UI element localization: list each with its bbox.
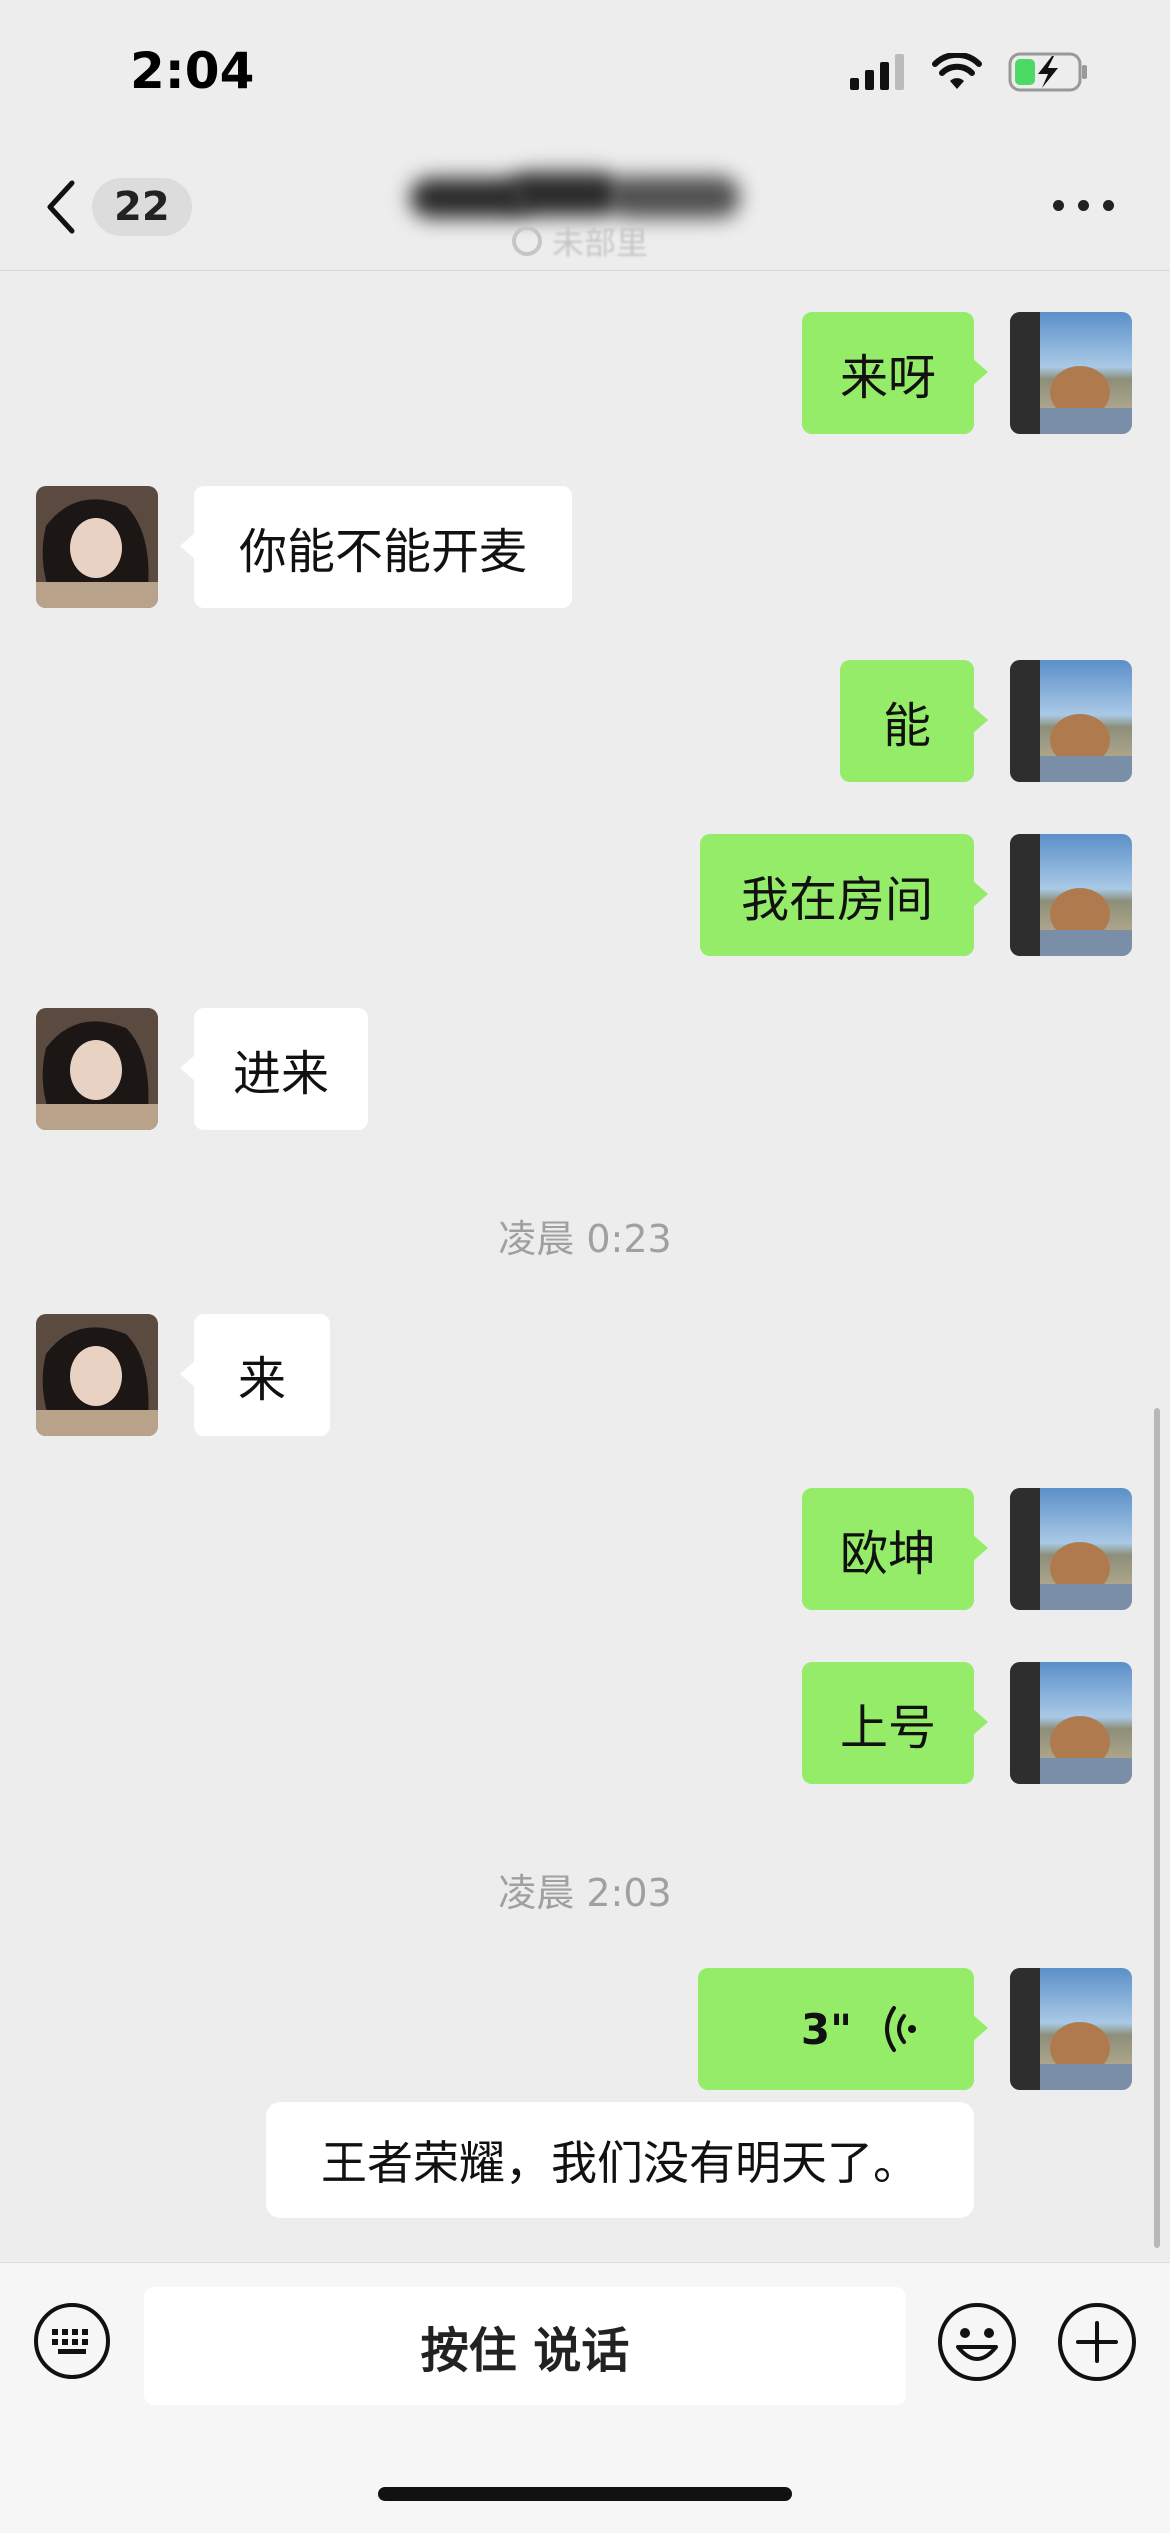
my-message-bubble[interactable]: 能 — [840, 660, 988, 782]
contact-avatar[interactable] — [36, 1008, 158, 1130]
my-avatar[interactable] — [1010, 660, 1132, 782]
chevron-left-icon — [47, 180, 75, 234]
voice-duration: 3" — [800, 2004, 852, 2054]
back-button[interactable]: 22 — [44, 178, 192, 236]
status-bar: 2:04 — [0, 0, 1170, 150]
scrollbar[interactable] — [1154, 1408, 1160, 2248]
my-avatar[interactable] — [1010, 1662, 1132, 1784]
dot-icon — [1053, 200, 1064, 211]
time-separator: 凌晨 2:03 — [498, 1871, 672, 1915]
contact-message-bubble[interactable]: 来 — [180, 1314, 330, 1436]
plus-icon[interactable] — [1056, 2301, 1138, 2383]
voice-wave-icon — [885, 2006, 916, 2052]
my-avatar[interactable] — [1010, 312, 1132, 434]
contact-avatar[interactable] — [36, 486, 158, 608]
hold-to-talk-button[interactable]: 按住 说话 — [144, 2287, 906, 2405]
contact-message-bubble[interactable]: 进来 — [180, 1008, 368, 1130]
my-avatar[interactable] — [1010, 1968, 1132, 2090]
keyboard-icon[interactable] — [32, 2301, 112, 2381]
chat-subtitle: 未部里 — [510, 218, 648, 264]
contact-message-bubble[interactable]: 你能不能开麦 — [180, 486, 572, 608]
dot-icon — [1078, 200, 1089, 211]
home-indicator[interactable] — [378, 2487, 792, 2501]
my-message-bubble[interactable]: 来呀 — [802, 312, 988, 434]
refresh-icon — [512, 226, 542, 256]
time-separator: 凌晨 0:23 — [498, 1217, 672, 1261]
my-avatar[interactable] — [1010, 834, 1132, 956]
voice-message-bubble[interactable]: 3" — [698, 1968, 988, 2090]
status-time: 2:04 — [130, 42, 255, 100]
my-avatar[interactable] — [1010, 1488, 1132, 1610]
battery-charging-icon — [1008, 52, 1087, 92]
my-message-bubble[interactable]: 我在房间 — [700, 834, 988, 956]
contact-avatar[interactable] — [36, 1314, 158, 1436]
cellular-signal-icon — [850, 54, 904, 90]
unread-count-badge: 22 — [92, 178, 192, 236]
voice-transcript[interactable]: 王者荣耀，我们没有明天了。 — [266, 2102, 974, 2218]
more-options-button[interactable] — [1053, 200, 1114, 211]
my-message-bubble[interactable]: 欧坤 — [802, 1488, 988, 1610]
my-message-bubble[interactable]: 上号 — [802, 1662, 988, 1784]
wifi-icon — [932, 53, 982, 89]
dot-icon — [1103, 200, 1114, 211]
emoji-icon[interactable] — [936, 2301, 1018, 2383]
chat-header: 22 未部里 — [0, 150, 1170, 271]
